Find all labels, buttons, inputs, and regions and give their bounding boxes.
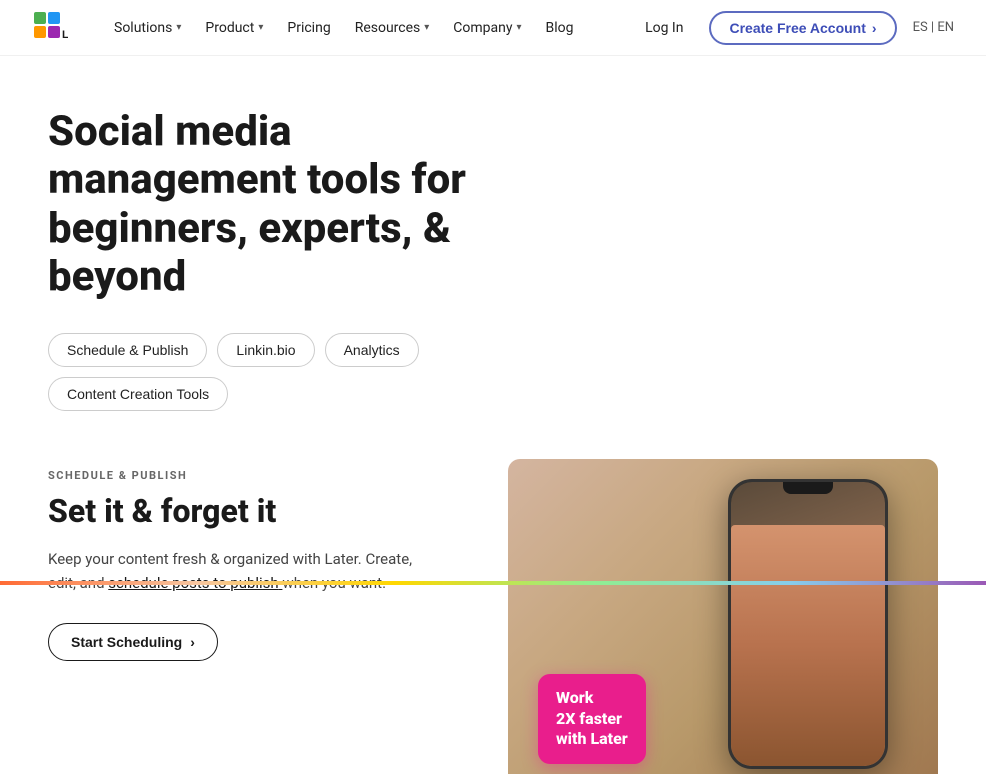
nav-company[interactable]: Company ▾ [443,14,531,42]
create-account-button[interactable]: Create Free Account › [709,11,896,45]
chevron-down-icon: ▾ [517,22,522,33]
work-badge: Work 2X faster with Later [538,674,646,764]
nav-right: Log In Create Free Account › ES | EN [635,11,954,45]
logo[interactable]: L [32,10,72,46]
hero-title: Social media management tools for beginn… [48,108,528,301]
feature-pills: Schedule & Publish Linkin.bio Analytics … [48,333,528,411]
chevron-down-icon: ▾ [258,22,263,33]
section-label: SCHEDULE & PUBLISH [48,469,428,482]
nav-blog[interactable]: Blog [536,14,584,42]
bottom-accent-bar [0,581,986,585]
navbar: L Solutions ▾ Product ▾ Pricing Resource… [0,0,986,56]
login-button[interactable]: Log In [635,14,693,42]
section-heading: Set it & forget it [48,492,428,530]
nav-pricing[interactable]: Pricing [277,14,340,42]
chevron-down-icon: ▾ [176,22,181,33]
pill-linkin-bio[interactable]: Linkin.bio [217,333,314,367]
phone-device [728,479,888,769]
language-switcher[interactable]: ES | EN [913,20,954,35]
hero-text: Social media management tools for beginn… [48,108,528,411]
arrow-icon: › [872,20,877,36]
start-scheduling-button[interactable]: Start Scheduling › [48,623,218,661]
content-section: SCHEDULE & PUBLISH Set it & forget it Ke… [48,459,938,779]
hero-section: Social media management tools for beginn… [0,56,986,779]
chevron-down-icon: ▾ [424,22,429,33]
nav-solutions[interactable]: Solutions ▾ [104,14,191,42]
section-body: Keep your content fresh & organized with… [48,547,428,595]
phone-grip [885,542,888,602]
pill-analytics[interactable]: Analytics [325,333,419,367]
arrow-right-icon: › [190,634,195,650]
svg-text:L: L [62,29,68,41]
phone-notch [783,482,833,494]
pill-schedule-publish[interactable]: Schedule & Publish [48,333,207,367]
nav-links: Solutions ▾ Product ▾ Pricing Resources … [104,14,635,42]
section-left: SCHEDULE & PUBLISH Set it & forget it Ke… [48,459,428,660]
hero-image: Work 2X faster with Later [508,459,938,774]
nav-resources[interactable]: Resources ▾ [345,14,440,42]
phone-screen [731,482,885,766]
person-image [731,525,885,766]
pill-content-creation[interactable]: Content Creation Tools [48,377,228,411]
phone-grip-2 [885,622,888,662]
nav-product[interactable]: Product ▾ [195,14,273,42]
section-right: Work 2X faster with Later [508,459,938,779]
